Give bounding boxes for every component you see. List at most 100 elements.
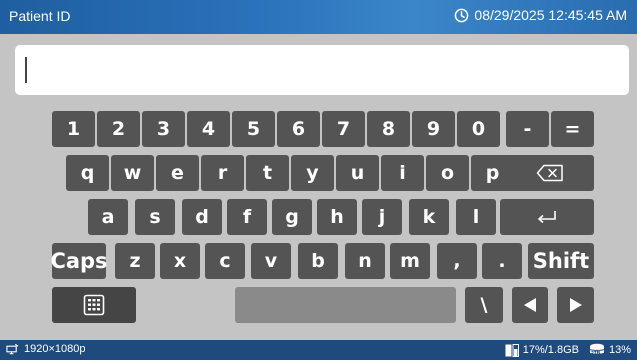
right-arrow-key[interactable] (557, 287, 594, 323)
resolution-text: 1920×1080p (24, 343, 86, 355)
key-8-label: 8 (381, 118, 396, 140)
key-d[interactable]: d (182, 199, 222, 235)
enter-key[interactable] (500, 199, 594, 235)
key-comma-label: , (453, 250, 461, 272)
key-0[interactable]: 0 (457, 111, 500, 147)
key-a[interactable]: a (88, 199, 128, 235)
key-2[interactable]: 2 (97, 111, 140, 147)
key-backslash[interactable]: \ (465, 287, 503, 323)
key-x[interactable]: x (160, 243, 200, 279)
page-title: Patient ID (9, 8, 71, 24)
key-7-label: 7 (336, 118, 351, 140)
shift-key[interactable]: Shift (528, 243, 594, 279)
key-r-label: r (217, 162, 228, 184)
key-6-label: 6 (291, 118, 306, 140)
key-l[interactable]: l (456, 199, 496, 235)
caps-lock-key[interactable]: Caps (50, 243, 108, 279)
key-7[interactable]: 7 (322, 111, 365, 147)
key-backslash-label: \ (480, 294, 488, 316)
keypad-toggle-key[interactable] (52, 287, 136, 323)
key-m-label: m (400, 250, 420, 272)
key-q[interactable]: q (66, 155, 109, 191)
key-equals-label: = (564, 118, 581, 140)
key-f[interactable]: f (227, 199, 267, 235)
key-n[interactable]: n (345, 243, 385, 279)
key-c-label: c (219, 250, 231, 272)
memory-icon (505, 343, 519, 357)
backspace-icon (536, 164, 564, 182)
key-1[interactable]: 1 (52, 111, 95, 147)
clock-icon (454, 8, 469, 23)
key-j[interactable]: j (362, 199, 402, 235)
key-minus[interactable]: - (506, 111, 549, 147)
key-o[interactable]: o (426, 155, 469, 191)
key-a-label: a (101, 206, 115, 228)
key-period[interactable]: . (482, 243, 522, 279)
key-g-label: g (285, 206, 299, 228)
key-z-label: z (129, 250, 141, 272)
keypad-icon (83, 294, 105, 316)
key-6[interactable]: 6 (277, 111, 320, 147)
key-y[interactable]: y (291, 155, 334, 191)
key-v-label: v (264, 250, 278, 272)
key-v[interactable]: v (251, 243, 291, 279)
key-4-label: 4 (201, 118, 216, 140)
key-i-label: i (399, 162, 406, 184)
key-p-label: p (485, 162, 500, 184)
key-j-label: j (378, 206, 386, 228)
key-x-label: x (173, 250, 187, 272)
key-f-label: f (242, 206, 252, 228)
key-n-label: n (358, 250, 372, 272)
key-0-label: 0 (471, 118, 486, 140)
key-h[interactable]: h (317, 199, 357, 235)
shift-label: Shift (532, 249, 590, 273)
key-g[interactable]: g (272, 199, 312, 235)
title-bar: Patient ID 08/29/2025 12:45:45 AM (0, 0, 637, 34)
clock: 08/29/2025 12:45:45 AM (454, 7, 627, 23)
key-r[interactable]: r (201, 155, 244, 191)
left-arrow-key[interactable] (512, 287, 548, 323)
patient-id-input[interactable] (15, 45, 629, 95)
key-z[interactable]: z (115, 243, 155, 279)
key-u[interactable]: u (336, 155, 379, 191)
key-p[interactable]: p (471, 155, 514, 191)
key-comma[interactable]: , (437, 243, 477, 279)
key-i[interactable]: i (381, 155, 424, 191)
key-c[interactable]: c (205, 243, 245, 279)
key-t[interactable]: t (246, 155, 289, 191)
key-s-label: s (149, 206, 161, 228)
key-b-label: b (311, 250, 325, 272)
key-s[interactable]: s (135, 199, 175, 235)
right-arrow-icon (569, 297, 583, 313)
disk-usage-text: 13% (608, 344, 631, 356)
key-4[interactable]: 4 (187, 111, 230, 147)
key-w[interactable]: w (111, 155, 154, 191)
key-e[interactable]: e (156, 155, 199, 191)
left-arrow-icon (523, 297, 537, 313)
backspace-key[interactable] (506, 155, 594, 191)
key-5[interactable]: 5 (232, 111, 275, 147)
key-b[interactable]: b (298, 243, 338, 279)
key-3-label: 3 (156, 118, 171, 140)
key-k[interactable]: k (409, 199, 449, 235)
disk-capacity-badge: 2TB (590, 351, 601, 357)
text-caret (25, 57, 27, 83)
key-q-label: q (80, 162, 95, 184)
key-5-label: 5 (246, 118, 261, 140)
key-8[interactable]: 8 (367, 111, 410, 147)
key-t-label: t (262, 162, 273, 184)
key-m[interactable]: m (390, 243, 430, 279)
space-key[interactable] (235, 287, 456, 323)
key-d-label: d (195, 206, 209, 228)
enter-icon (535, 209, 559, 225)
key-h-label: h (330, 206, 344, 228)
key-equals[interactable]: = (551, 111, 594, 147)
monitor-icon (6, 343, 19, 355)
status-bar: 1920×1080p 17%/1.8GB 2TB 13% (0, 340, 637, 360)
key-u-label: u (350, 162, 365, 184)
key-w-label: w (123, 162, 142, 184)
key-3[interactable]: 3 (142, 111, 185, 147)
key-9[interactable]: 9 (412, 111, 455, 147)
disk-icon: 2TB (589, 343, 605, 357)
display-resolution: 1920×1080p (6, 343, 85, 355)
